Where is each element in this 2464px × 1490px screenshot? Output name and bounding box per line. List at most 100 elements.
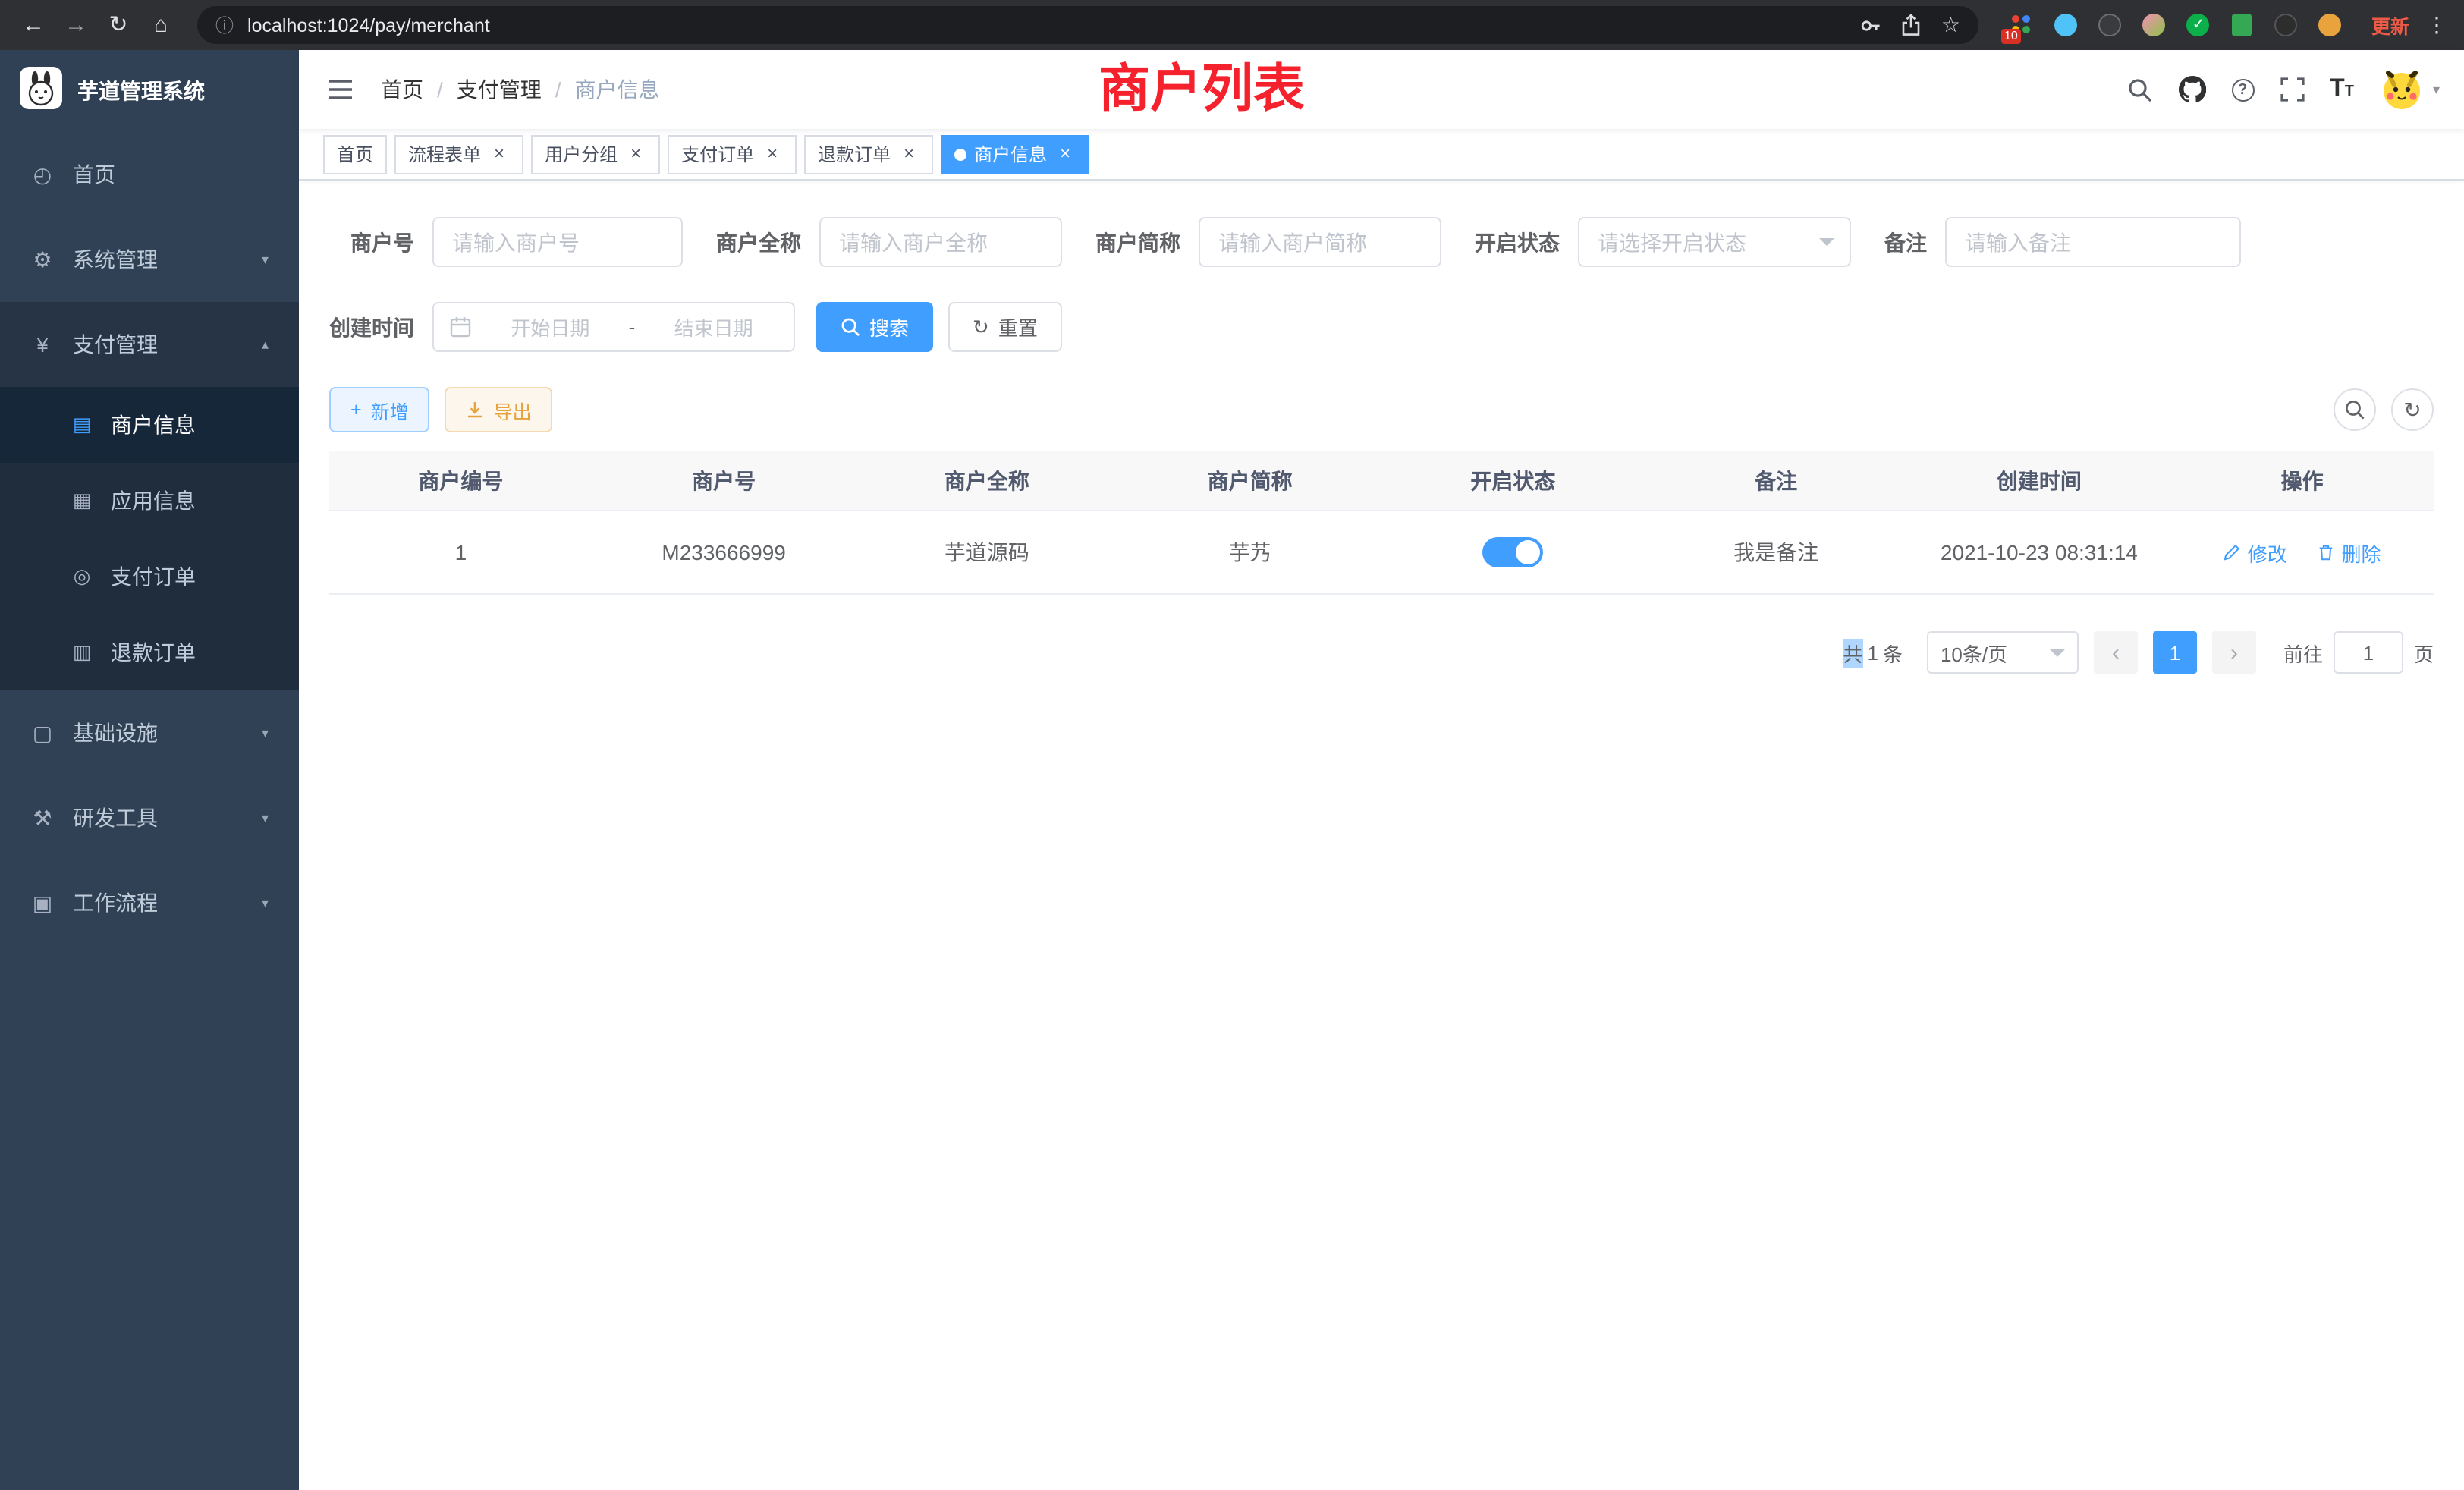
app-title: 芋道管理系统: [77, 76, 205, 106]
merchant-no-input[interactable]: [432, 217, 683, 267]
short-name-input[interactable]: [1199, 217, 1441, 267]
cell-id: 1: [329, 540, 592, 564]
page-size-select[interactable]: 10条/页: [1927, 631, 2079, 674]
field-label: 备注: [1884, 227, 1945, 257]
extension-check-icon[interactable]: ✓: [2185, 11, 2212, 39]
extension-avatar-icon[interactable]: [2141, 11, 2168, 39]
tab-pay-order[interactable]: 支付订单 ×: [668, 134, 797, 174]
password-key-icon[interactable]: [1861, 14, 1882, 36]
workflow-icon: ▣: [30, 890, 55, 916]
breadcrumb-separator: /: [555, 77, 561, 102]
close-icon[interactable]: ×: [625, 143, 646, 165]
tags-view: 首页 流程表单 × 用户分组 × 支付订单 × 退款订单 ×: [299, 129, 2464, 181]
url-text: localhost:1024/pay/merchant: [247, 14, 1861, 36]
sidebar-item-merchant-info[interactable]: ▤ 商户信息: [0, 387, 299, 463]
field-label: 商户号: [329, 227, 432, 257]
close-icon[interactable]: ×: [489, 143, 510, 165]
field-label: 商户简称: [1095, 227, 1199, 257]
forward-icon[interactable]: →: [58, 7, 94, 43]
close-icon[interactable]: ×: [1054, 143, 1076, 165]
table-header: 商户编号 商户号 商户全称 商户简称 开启状态 备注 创建时间 操作: [329, 451, 2434, 511]
sidebar-item-system[interactable]: ⚙ 系统管理 ▾: [0, 217, 299, 302]
delete-button[interactable]: 删除: [2318, 538, 2381, 567]
browser-update-button[interactable]: 更新: [2371, 11, 2409, 39]
fullscreen-icon[interactable]: [2280, 77, 2304, 102]
tab-process-form[interactable]: 流程表单 ×: [394, 134, 523, 174]
extension-drop-icon[interactable]: [2053, 11, 2080, 39]
col-header: 创建时间: [1908, 465, 2171, 495]
site-info-icon[interactable]: ⓘ: [215, 12, 234, 38]
home-icon[interactable]: ⌂: [143, 7, 179, 43]
col-header: 商户号: [592, 465, 856, 495]
extension-notes-icon[interactable]: [2229, 11, 2256, 39]
extension-profile-icon[interactable]: [2317, 11, 2344, 39]
app-logo[interactable]: 芋道管理系统: [0, 50, 299, 132]
breadcrumb: 首页 / 支付管理 / 商户信息: [381, 74, 660, 105]
tab-user-group[interactable]: 用户分组 ×: [531, 134, 660, 174]
cell-created-at: 2021-10-23 08:31:14: [1908, 540, 2171, 564]
breadcrumb-payment[interactable]: 支付管理: [457, 74, 542, 105]
cell-merchant-no: M233666999: [592, 540, 856, 564]
reload-icon[interactable]: ↻: [100, 7, 137, 43]
chevron-down-icon: ▾: [262, 894, 269, 911]
edit-button[interactable]: 修改: [2224, 538, 2287, 567]
share-icon[interactable]: [1902, 14, 1922, 36]
add-button[interactable]: + 新增: [329, 387, 430, 432]
refresh-table-button[interactable]: ↻: [2391, 388, 2434, 431]
chevron-down-icon: [1819, 238, 1834, 253]
extensions-grid-icon[interactable]: 10: [2009, 11, 2036, 39]
selection-highlight: 共: [1843, 638, 1862, 667]
field-label: 商户全称: [716, 227, 819, 257]
sidebar-item-pay-order[interactable]: ◎ 支付订单: [0, 539, 299, 615]
github-icon[interactable]: [2178, 76, 2205, 103]
toolbar-right: ↻: [2334, 388, 2434, 431]
tools-icon: ⚒: [30, 805, 55, 831]
date-range-picker[interactable]: 开始日期 - 结束日期: [432, 302, 795, 352]
extension-monkey-icon[interactable]: [2273, 11, 2300, 39]
full-name-input[interactable]: [819, 217, 1062, 267]
tab-home[interactable]: 首页: [323, 134, 387, 174]
search-button[interactable]: 搜索: [816, 302, 933, 352]
search-icon[interactable]: [2126, 77, 2152, 102]
breadcrumb-home[interactable]: 首页: [381, 74, 423, 105]
status-toggle[interactable]: [1482, 537, 1543, 567]
sidebar-item-payment[interactable]: ¥ 支付管理 ▴: [0, 302, 299, 387]
screen: ← → ↻ ⌂ ⓘ localhost:1024/pay/merchant ☆: [0, 0, 2464, 1490]
reset-button[interactable]: ↻ 重置: [948, 302, 1062, 352]
prev-page-button[interactable]: ‹: [2094, 631, 2138, 674]
chevron-down-icon: ▾: [2433, 81, 2440, 98]
status-select[interactable]: 请选择开启状态: [1578, 217, 1851, 267]
font-size-icon[interactable]: TT: [2330, 76, 2354, 103]
sidebar-item-refund-order[interactable]: ▥ 退款订单: [0, 615, 299, 690]
filter-merchant-no: 商户号: [329, 217, 683, 267]
cell-status: [1381, 537, 1645, 567]
tab-merchant-info[interactable]: 商户信息 ×: [941, 134, 1089, 174]
payment-submenu: ▤ 商户信息 ▦ 应用信息 ◎ 支付订单 ▥ 退款订单: [0, 387, 299, 690]
browser-menu-icon[interactable]: ⋮: [2425, 12, 2449, 38]
search-icon: [841, 317, 860, 337]
help-icon[interactable]: ?: [2231, 78, 2254, 101]
address-bar[interactable]: ⓘ localhost:1024/pay/merchant ☆: [197, 6, 1978, 44]
user-avatar[interactable]: ▾: [2380, 67, 2440, 112]
current-page-button[interactable]: 1: [2153, 631, 2197, 674]
extension-dark-icon[interactable]: [2097, 11, 2124, 39]
filter-remark: 备注: [1884, 217, 2241, 267]
sidebar-item-app-info[interactable]: ▦ 应用信息: [0, 463, 299, 539]
select-placeholder: 请选择开启状态: [1598, 227, 1746, 257]
close-icon[interactable]: ×: [898, 143, 919, 165]
bookmark-star-icon[interactable]: ☆: [1941, 12, 1960, 38]
export-button[interactable]: 导出: [445, 387, 553, 432]
field-label: 开启状态: [1475, 227, 1578, 257]
next-page-button[interactable]: ›: [2212, 631, 2256, 674]
sidebar-item-workflow[interactable]: ▣ 工作流程 ▾: [0, 860, 299, 945]
sidebar-item-infrastructure[interactable]: ▢ 基础设施 ▾: [0, 690, 299, 775]
remark-input[interactable]: [1945, 217, 2241, 267]
sidebar-item-dev-tools[interactable]: ⚒ 研发工具 ▾: [0, 775, 299, 860]
sidebar-item-home[interactable]: ◴ 首页: [0, 132, 299, 217]
back-icon[interactable]: ←: [15, 7, 52, 43]
close-icon[interactable]: ×: [762, 143, 783, 165]
toggle-search-button[interactable]: [2334, 388, 2376, 431]
goto-page-input[interactable]: [2334, 631, 2403, 674]
hamburger-icon[interactable]: [323, 79, 357, 100]
tab-refund-order[interactable]: 退款订单 ×: [804, 134, 933, 174]
